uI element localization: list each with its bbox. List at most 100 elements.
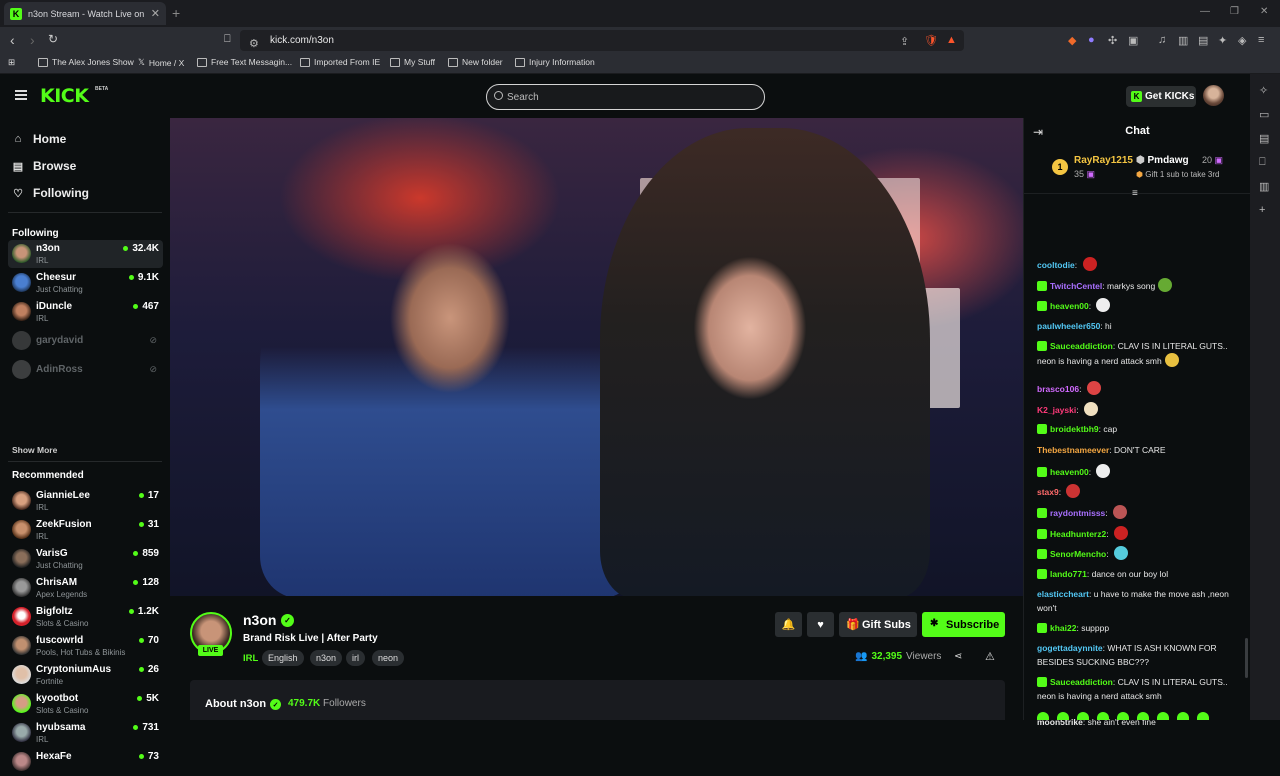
chat-username[interactable]: cooltodie — [1037, 260, 1075, 270]
sidebar-nav-browse[interactable]: ▤ Browse — [12, 159, 77, 173]
chat-username[interactable]: TwitchCentel — [1050, 281, 1102, 291]
search-input[interactable]: Search — [486, 84, 765, 110]
emote-icon[interactable] — [1157, 712, 1169, 720]
chat-username[interactable]: stax9 — [1037, 487, 1059, 497]
chat-username[interactable]: elasticcheart — [1037, 589, 1089, 599]
notification-bell-button[interactable]: 🔔 — [775, 612, 802, 637]
following-channel-n3on[interactable]: n3on IRL 32.4K — [8, 240, 163, 268]
gifter-name[interactable]: ⬢ Pmdawg — [1136, 155, 1189, 166]
emote-icon[interactable] — [1037, 712, 1049, 720]
emote-icon[interactable] — [1097, 712, 1109, 720]
close-tab-icon[interactable]: ✕ — [151, 7, 160, 20]
recommended-channel[interactable]: Bigfoltz Slots & Casino 1.2K — [8, 603, 163, 631]
chat-username[interactable]: paulwheeler650 — [1037, 321, 1100, 331]
user-avatar[interactable] — [1203, 85, 1224, 106]
gift-subs-button[interactable]: 🎁 Gift Subs — [839, 612, 917, 637]
bookmark-imported-ie[interactable]: Imported From IE — [300, 57, 380, 67]
following-channel-cheesur[interactable]: Cheesur Just Chatting 9.1K — [8, 269, 163, 297]
kick-logo[interactable]: KICK — [40, 85, 89, 107]
share-icon[interactable]: ⋖ — [954, 651, 962, 662]
url-field[interactable]: ⚙ kick.com/n3on — [240, 30, 964, 51]
chat-username[interactable]: Thebestnameever — [1037, 445, 1109, 455]
show-more-link[interactable]: Show More — [12, 445, 57, 455]
chat-username[interactable]: brasco106 — [1037, 384, 1079, 394]
bookmark-new-folder[interactable]: New folder — [448, 57, 503, 67]
follow-button[interactable]: ♥ — [807, 612, 834, 637]
recommended-channel[interactable]: CryptoniumAus Fortnite 26 — [8, 661, 163, 689]
chat-username[interactable]: broidektbh9 — [1050, 424, 1099, 434]
following-channel-garydavid[interactable]: garydavid ⊘ — [8, 327, 163, 355]
chat-username[interactable]: heaven00 — [1050, 301, 1089, 311]
vpn-icon[interactable]: ◈ — [1238, 34, 1246, 47]
back-icon[interactable]: ‹ — [10, 32, 15, 48]
extension-purple-icon[interactable]: ● — [1088, 34, 1095, 46]
bookmark-my-stuff[interactable]: My Stuff — [390, 57, 435, 67]
chat-username[interactable]: Sauceaddiction — [1050, 677, 1113, 687]
emote-icon[interactable] — [1177, 712, 1189, 720]
emote-icon[interactable] — [1117, 712, 1129, 720]
tag-irl[interactable]: irl — [346, 650, 365, 666]
recommended-channel[interactable]: ChrisAM Apex Legends 128 — [8, 574, 163, 602]
hamburger-menu-icon[interactable] — [15, 90, 27, 100]
reload-icon[interactable]: ↻ — [48, 32, 58, 46]
leaderboard-toggle-icon[interactable]: ≡ — [1132, 188, 1138, 199]
media-icon[interactable]: ♫ — [1158, 34, 1166, 46]
sidebar-nav-home[interactable]: ⌂ Home — [12, 132, 67, 146]
emote-icon[interactable] — [1197, 712, 1209, 720]
bookmark-free-text[interactable]: Free Text Messagin... — [197, 57, 292, 67]
close-window-icon[interactable]: ✕ — [1260, 6, 1268, 17]
history-icon[interactable]: ▥ — [1259, 180, 1269, 193]
chat-username[interactable]: K2_jayski — [1037, 405, 1076, 415]
following-channel-iduncle[interactable]: iDuncle IRL 467 — [8, 298, 163, 326]
emote-icon[interactable] — [1077, 712, 1089, 720]
bookmarks-icon[interactable]: ⎕ — [1259, 156, 1266, 169]
forward-icon[interactable]: › — [30, 32, 35, 48]
subscribe-button[interactable]: ✱ Subscribe — [922, 612, 1005, 637]
recommended-channel[interactable]: fuscowrld Pools, Hot Tubs & Bikinis 70 — [8, 632, 163, 660]
wallet-icon[interactable]: ▭ — [1259, 108, 1269, 121]
gifter-name[interactable]: RayRay1215 — [1074, 155, 1133, 166]
recommended-channel[interactable]: ZeekFusion IRL 31 — [8, 516, 163, 544]
chat-username[interactable]: SenorMencho — [1050, 549, 1106, 559]
extensions-icon[interactable]: ✣ — [1108, 34, 1117, 47]
sidebar-nav-following[interactable]: ♡ Following — [12, 186, 89, 200]
emote-icon[interactable] — [1137, 712, 1149, 720]
emote-icon[interactable] — [1057, 712, 1069, 720]
chat-username[interactable]: gogettadaynnite — [1037, 643, 1103, 653]
leo-ai-icon[interactable]: ✧ — [1259, 84, 1268, 97]
chat-username[interactable]: Sauceaddiction — [1050, 341, 1113, 351]
leo-ai-icon[interactable]: ✦ — [1218, 34, 1227, 47]
chat-username[interactable]: raydontmisss — [1050, 508, 1105, 518]
extension-box-icon[interactable]: ▣ — [1128, 34, 1138, 47]
share-icon[interactable]: ⇪ — [900, 35, 909, 48]
wallet-icon[interactable]: ▤ — [1198, 34, 1208, 47]
chat-username[interactable]: khai22 — [1050, 623, 1076, 633]
tag-english[interactable]: English — [262, 650, 304, 666]
recommended-channel[interactable]: GiannieLee IRL 17 — [8, 487, 163, 515]
chat-scrollbar[interactable] — [1245, 638, 1248, 678]
recommended-channel[interactable]: kyootbot Slots & Casino 5K — [8, 690, 163, 718]
new-tab-icon[interactable]: + — [172, 5, 180, 21]
recommended-channel[interactable]: VarisG Just Chatting 859 — [8, 545, 163, 573]
brave-rewards-icon[interactable]: ▲ — [946, 34, 957, 46]
report-warning-icon[interactable]: ⚠ — [985, 650, 995, 663]
minimize-icon[interactable]: — — [1200, 6, 1210, 17]
tag-n3on[interactable]: n3on — [310, 650, 343, 666]
streamer-name[interactable]: n3on — [243, 612, 276, 628]
restore-icon[interactable]: ❐ — [1230, 6, 1239, 17]
chat-username[interactable]: Headhunterz2 — [1050, 529, 1106, 539]
brave-shield-icon[interactable]: 🛡 — [924, 34, 938, 47]
tag-neon[interactable]: neon — [372, 650, 405, 666]
get-kicks-button[interactable]: K Get KICKs — [1126, 86, 1196, 107]
apps-grid-icon[interactable]: ⊞ — [8, 57, 15, 68]
bookmark-alex-jones[interactable]: The Alex Jones Show — [38, 57, 134, 67]
bookmark-home-x[interactable]: 𝕏 Home / X — [138, 57, 184, 68]
recommended-channel[interactable]: hyubsama IRL 731 — [8, 719, 163, 747]
chat-username[interactable]: heaven00 — [1050, 467, 1089, 477]
browser-tab[interactable]: K n3on Stream - Watch Live on ✕ — [4, 2, 166, 25]
bookmark-icon[interactable]: ⎕ — [224, 33, 231, 46]
site-settings-icon[interactable]: ⚙ — [249, 37, 259, 50]
video-player[interactable] — [170, 118, 1023, 596]
menu-icon[interactable]: ≡ — [1258, 34, 1264, 46]
stream-category[interactable]: IRL — [243, 653, 258, 664]
